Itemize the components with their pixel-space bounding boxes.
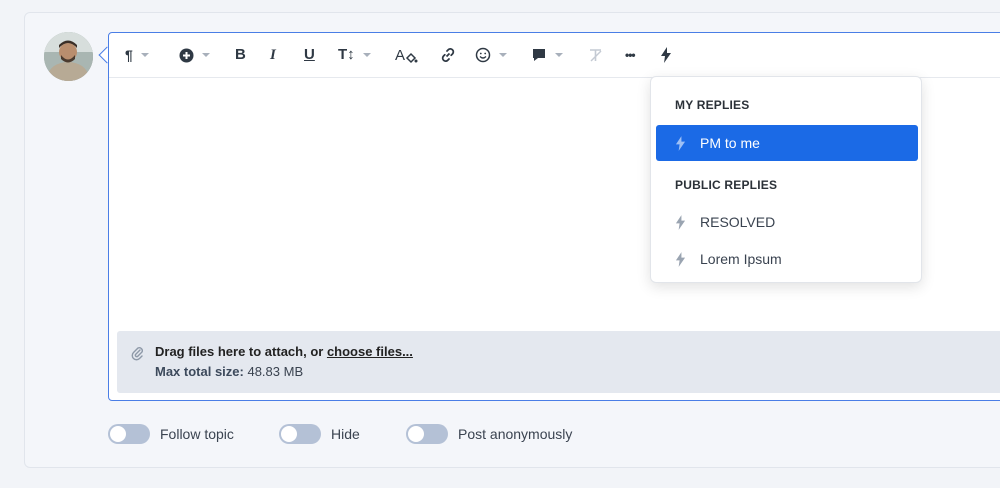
insert-icon	[179, 48, 194, 62]
toggle-switch[interactable]	[406, 424, 448, 444]
max-size-info: Max total size: 48.83 MB	[155, 364, 303, 379]
paperclip-icon	[131, 347, 143, 361]
insert-button[interactable]	[179, 45, 210, 65]
attach-instructions: Drag files here to attach, or choose fil…	[155, 344, 413, 359]
text-size-icon: T↕	[338, 46, 355, 63]
menu-item-label: Lorem Ipsum	[700, 251, 782, 267]
underline-icon: U	[304, 46, 315, 63]
svg-text:A: A	[395, 47, 405, 64]
post-anonymously-toggle[interactable]: Post anonymously	[406, 423, 572, 445]
clear-format-icon	[590, 49, 602, 62]
underline-button[interactable]: U	[304, 45, 315, 65]
public-replies-header: PUBLIC REPLIES	[675, 178, 778, 192]
editor-toolbar: ¶ B I U T↕ A •••	[109, 33, 1000, 78]
more-icon: •••	[625, 48, 636, 62]
my-replies-header: MY REPLIES	[675, 98, 750, 112]
paragraph-format-button[interactable]: ¶	[125, 45, 149, 65]
menu-item-pm-to-me[interactable]: PM to me	[656, 125, 918, 161]
lightning-icon	[675, 251, 686, 267]
chevron-down-icon	[140, 53, 149, 57]
clear-format-button[interactable]	[587, 45, 605, 65]
link-icon	[441, 48, 455, 62]
emoji-button[interactable]	[475, 45, 507, 65]
avatar[interactable]	[44, 32, 93, 81]
toggle-switch[interactable]	[279, 424, 321, 444]
comment-icon	[533, 49, 545, 61]
chevron-down-icon	[555, 53, 563, 57]
bold-button[interactable]: B	[235, 45, 246, 65]
quick-reply-button[interactable]	[660, 45, 672, 65]
bold-icon: B	[235, 46, 246, 63]
italic-button[interactable]: I	[270, 45, 276, 65]
toggle-label: Post anonymously	[458, 426, 573, 442]
lightning-icon	[675, 135, 686, 151]
text-color-button[interactable]: A	[395, 45, 419, 65]
emoji-icon	[475, 47, 491, 63]
text-size-button[interactable]: T↕	[338, 45, 371, 65]
comment-button[interactable]	[531, 45, 563, 65]
chevron-down-icon	[202, 53, 210, 57]
paragraph-icon: ¶	[125, 47, 133, 63]
toggle-label: Follow topic	[160, 426, 234, 442]
menu-item-label: PM to me	[700, 135, 760, 151]
choose-files-link[interactable]: choose files...	[327, 344, 413, 359]
follow-topic-toggle[interactable]: Follow topic	[108, 423, 234, 445]
lightning-icon	[661, 47, 671, 63]
max-size-value: 48.83 MB	[243, 364, 304, 379]
toggle-switch[interactable]	[108, 424, 150, 444]
more-button[interactable]: •••	[625, 45, 636, 65]
quick-replies-menu: MY REPLIES PM to me PUBLIC REPLIES RESOL…	[650, 76, 922, 283]
drag-text: Drag files here to attach, or	[155, 344, 327, 359]
chevron-down-icon	[499, 53, 507, 57]
lightning-icon	[675, 214, 686, 230]
toggle-label: Hide	[331, 426, 360, 442]
max-size-label: Max total size:	[155, 364, 244, 379]
link-button[interactable]	[439, 45, 457, 65]
text-color-icon: A	[395, 47, 418, 64]
chevron-down-icon	[362, 53, 371, 57]
attachment-dropzone[interactable]: Drag files here to attach, or choose fil…	[117, 331, 1000, 393]
hide-toggle[interactable]: Hide	[279, 423, 360, 445]
italic-icon: I	[270, 47, 276, 63]
menu-item-label: RESOLVED	[700, 214, 776, 230]
menu-item-lorem-ipsum[interactable]: Lorem Ipsum	[656, 241, 918, 277]
menu-item-resolved[interactable]: RESOLVED	[656, 204, 918, 240]
